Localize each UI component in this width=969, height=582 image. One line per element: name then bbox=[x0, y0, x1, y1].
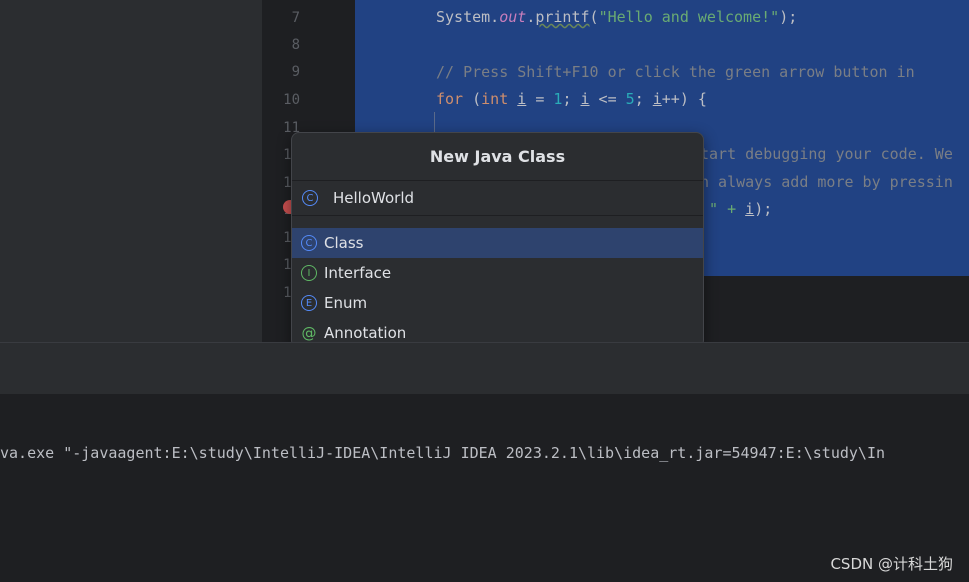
code-token: ( bbox=[589, 8, 599, 26]
kind-label: Interface bbox=[324, 264, 392, 282]
class-name-field[interactable]: C bbox=[292, 181, 703, 216]
code-line-9: // Press Shift+F10 or click the green ar… bbox=[436, 63, 915, 81]
project-panel bbox=[0, 0, 262, 342]
code-line-10: for (int i = 1; i <= 5; i++) { bbox=[436, 90, 707, 108]
run-console[interactable] bbox=[0, 394, 969, 582]
code-token: i bbox=[580, 90, 590, 108]
code-token: out bbox=[499, 8, 527, 26]
class-icon: C bbox=[301, 235, 317, 251]
code-line-7: System.out.printf("Hello and welcome!"); bbox=[436, 8, 797, 26]
code-line-12: tart debugging your code. We bbox=[700, 145, 953, 163]
code-token: i bbox=[745, 200, 755, 218]
code-token: ); bbox=[754, 200, 773, 218]
code-line-13: n always add more by pressin bbox=[700, 173, 953, 191]
line-number: 10 bbox=[283, 92, 300, 108]
run-toolbar bbox=[0, 342, 969, 395]
code-token: printf bbox=[535, 8, 590, 26]
enum-icon: E bbox=[301, 295, 317, 311]
kind-item-enum[interactable]: E Enum bbox=[292, 288, 703, 318]
console-command-line: va.exe "-javaagent:E:\study\IntelliJ-IDE… bbox=[0, 444, 886, 462]
code-token: <= bbox=[589, 90, 626, 108]
line-number: 7 bbox=[291, 10, 300, 26]
code-token: = bbox=[526, 90, 554, 108]
kind-list: C Class I Interface E Enum @ Annotation bbox=[292, 216, 703, 347]
new-java-class-dialog: New Java Class C C Class I Interface E E… bbox=[291, 132, 704, 348]
code-token: i bbox=[517, 90, 527, 108]
class-icon: C bbox=[302, 190, 318, 206]
kind-label: Enum bbox=[324, 294, 368, 312]
line-number: 9 bbox=[291, 64, 300, 80]
code-token: ; bbox=[562, 90, 581, 108]
kind-label: Annotation bbox=[324, 324, 407, 342]
code-token: System. bbox=[436, 8, 500, 26]
annotation-icon: @ bbox=[301, 324, 317, 342]
code-token: " + bbox=[700, 200, 746, 218]
watermark: CSDN @计科土狗 bbox=[830, 555, 953, 573]
code-token: ++) { bbox=[661, 90, 707, 108]
code-token: ( bbox=[463, 90, 482, 108]
kind-item-class[interactable]: C Class bbox=[292, 228, 703, 258]
code-token: "Hello and welcome!" bbox=[598, 8, 780, 26]
code-token: i bbox=[652, 90, 662, 108]
kind-item-interface[interactable]: I Interface bbox=[292, 258, 703, 288]
indent-guide bbox=[434, 112, 435, 132]
code-token: for bbox=[436, 90, 464, 108]
line-number: 8 bbox=[291, 37, 300, 53]
code-token: ); bbox=[779, 8, 798, 26]
code-token: . bbox=[526, 8, 536, 26]
interface-icon: I bbox=[301, 265, 317, 281]
code-token: ; bbox=[634, 90, 653, 108]
kind-label: Class bbox=[324, 234, 364, 252]
code-token: 5 bbox=[625, 90, 635, 108]
code-line-14: " + i); bbox=[700, 200, 772, 218]
code-token: int bbox=[481, 90, 509, 108]
dialog-title: New Java Class bbox=[292, 133, 703, 181]
class-name-input[interactable] bbox=[331, 188, 675, 208]
